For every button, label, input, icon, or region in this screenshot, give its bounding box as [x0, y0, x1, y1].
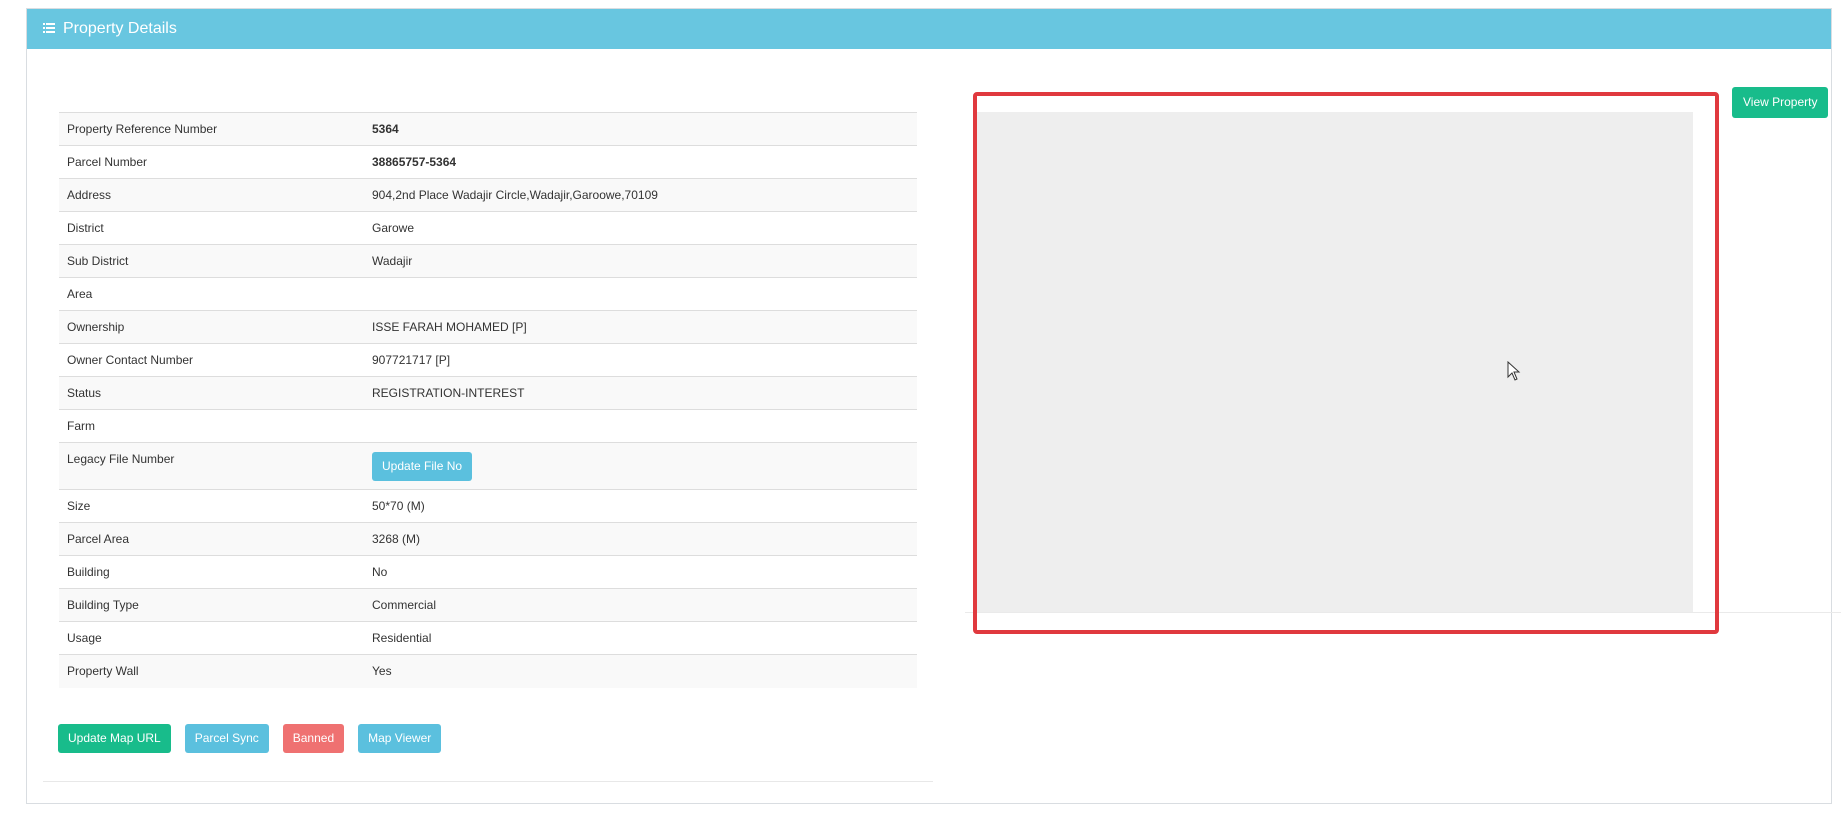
table-row: Ownership ISSE FARAH MOHAMED [P] — [59, 310, 917, 344]
table-row: Parcel Number 38865757-5364 — [59, 145, 917, 179]
row-value: 38865757-5364 — [364, 145, 917, 179]
row-value: 907721717 [P] — [364, 343, 917, 377]
update-file-no-button[interactable]: Update File No — [372, 451, 473, 481]
property-details-panel: Property Details Property Reference Numb… — [26, 8, 1841, 804]
row-label: Ownership — [59, 310, 364, 344]
row-label: Parcel Number — [59, 145, 364, 179]
row-label: Address — [59, 178, 364, 212]
row-value: Commercial — [364, 588, 917, 622]
row-value: 5364 — [364, 112, 917, 146]
row-value: REGISTRATION-INTEREST — [364, 376, 917, 410]
parcel-sync-button[interactable]: Parcel Sync — [184, 724, 269, 753]
row-value: Wadajir — [364, 244, 917, 278]
table-row: Area — [59, 277, 917, 311]
table-row: Size 50*70 (M) — [59, 489, 917, 523]
table-row: Status REGISTRATION-INTEREST — [59, 376, 917, 410]
row-label: Owner Contact Number — [59, 343, 364, 377]
table-row: Address 904,2nd Place Wadajir Circle,Wad… — [59, 178, 917, 212]
row-value: 904,2nd Place Wadajir Circle,Wadajir,Gar… — [364, 178, 917, 212]
table-row: Property Wall Yes — [59, 654, 917, 688]
row-label: Area — [59, 277, 364, 311]
row-label: Property Reference Number — [59, 112, 364, 146]
panel-title: Property Details — [63, 20, 177, 37]
row-value: 3268 (M) — [364, 522, 917, 556]
row-label: Parcel Area — [59, 522, 364, 556]
row-label: Usage — [59, 621, 364, 655]
update-map-url-button[interactable]: Update Map URL — [58, 724, 171, 753]
row-value: ISSE FARAH MOHAMED [P] — [364, 310, 917, 344]
row-value: Yes — [364, 654, 917, 688]
banned-button[interactable]: Banned — [282, 724, 345, 753]
property-details-table: Property Reference Number 5364 Parcel Nu… — [59, 112, 917, 688]
table-row: District Garowe — [59, 211, 917, 245]
row-value: Garowe — [364, 211, 917, 245]
row-value: Update File No — [364, 442, 917, 490]
row-label: Property Wall — [59, 654, 364, 688]
mouse-cursor-icon — [1507, 360, 1521, 381]
list-icon — [43, 22, 57, 36]
details-section: Property Reference Number 5364 Parcel Nu… — [43, 49, 933, 782]
action-buttons: Update Map URL Parcel Sync Banned Map Vi… — [58, 724, 442, 753]
table-row: Usage Residential — [59, 621, 917, 655]
highlight-box — [973, 92, 1719, 634]
row-label: Legacy File Number — [59, 442, 364, 490]
row-label: Building Type — [59, 588, 364, 622]
table-row: Building Type Commercial — [59, 588, 917, 622]
table-row: Sub District Wadajir — [59, 244, 917, 278]
table-row: Parcel Area 3268 (M) — [59, 522, 917, 556]
table-row: Building No — [59, 555, 917, 589]
table-row: Legacy File Number Update File No — [59, 442, 917, 490]
row-value: Residential — [364, 621, 917, 655]
row-label: District — [59, 211, 364, 245]
table-row: Property Reference Number 5364 — [59, 112, 917, 146]
panel-header: Property Details — [27, 9, 1831, 49]
row-label: Building — [59, 555, 364, 589]
row-label: Status — [59, 376, 364, 410]
table-row: Owner Contact Number 907721717 [P] — [59, 343, 917, 377]
row-value: 50*70 (M) — [364, 489, 917, 523]
row-label: Farm — [59, 409, 364, 443]
map-viewer-button[interactable]: Map Viewer — [358, 724, 442, 753]
row-value — [364, 277, 917, 311]
table-row: Farm — [59, 409, 917, 443]
row-value — [364, 409, 917, 443]
row-label: Sub District — [59, 244, 364, 278]
row-value: No — [364, 555, 917, 589]
row-label: Size — [59, 489, 364, 523]
view-property-button[interactable]: View Property — [1732, 87, 1829, 118]
